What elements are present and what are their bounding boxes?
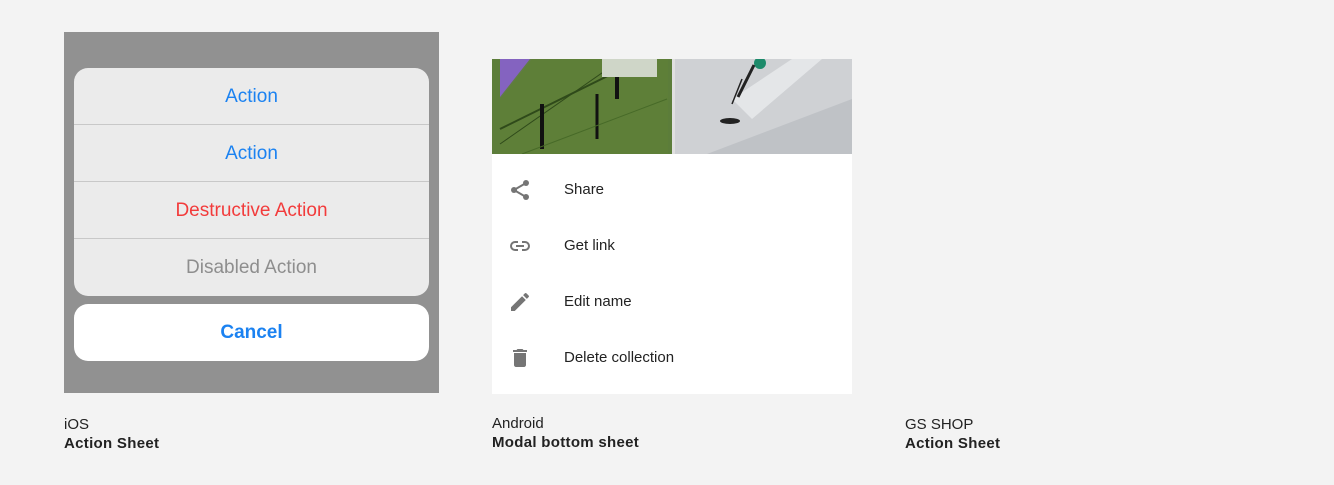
android-caption: Android Modal bottom sheet	[492, 414, 639, 452]
get-link-label: Get link	[564, 237, 615, 254]
edit-name-menu-item[interactable]: Edit name	[492, 274, 852, 330]
ios-action-group: Action Action Destructive Action Disable…	[74, 68, 429, 296]
android-component-label: Modal bottom sheet	[492, 434, 640, 451]
ios-component-label: Action Sheet	[64, 435, 160, 452]
ios-caption: iOS Action Sheet	[64, 415, 159, 453]
ios-disabled-action-button: Disabled Action	[186, 256, 317, 278]
share-icon	[511, 180, 529, 200]
gsshop-platform-label: GS SHOP	[905, 416, 974, 433]
get-link-menu-item[interactable]: Get link	[492, 218, 852, 274]
ios-action-button-1[interactable]: Action	[74, 68, 429, 125]
android-platform-label: Android	[492, 415, 544, 432]
trash-icon	[513, 349, 527, 367]
pencil-icon	[511, 292, 529, 311]
ios-action-sheet-screen: Action Action Destructive Action Disable…	[64, 32, 439, 393]
share-label: Share	[564, 181, 605, 198]
gsshop-caption: GS SHOP Action Sheet	[905, 415, 1000, 453]
gsshop-component-label: Action Sheet	[905, 435, 1001, 452]
share-menu-item[interactable]: Share	[492, 162, 852, 218]
ios-platform-label: iOS	[64, 416, 90, 433]
ios-action-button-2[interactable]: Action	[74, 125, 429, 182]
delete-collection-label: Delete collection	[564, 349, 675, 366]
link-icon	[510, 241, 530, 251]
background-photos	[492, 59, 852, 154]
ios-destructive-action-button[interactable]: Destructive Action	[74, 182, 429, 239]
edit-name-label: Edit name	[564, 293, 632, 310]
delete-collection-menu-item[interactable]: Delete collection	[492, 330, 852, 386]
ios-cancel-button[interactable]: Cancel	[74, 304, 429, 361]
android-bottom-sheet-screen: Share Get link Edit name Delete collecti…	[492, 59, 852, 394]
